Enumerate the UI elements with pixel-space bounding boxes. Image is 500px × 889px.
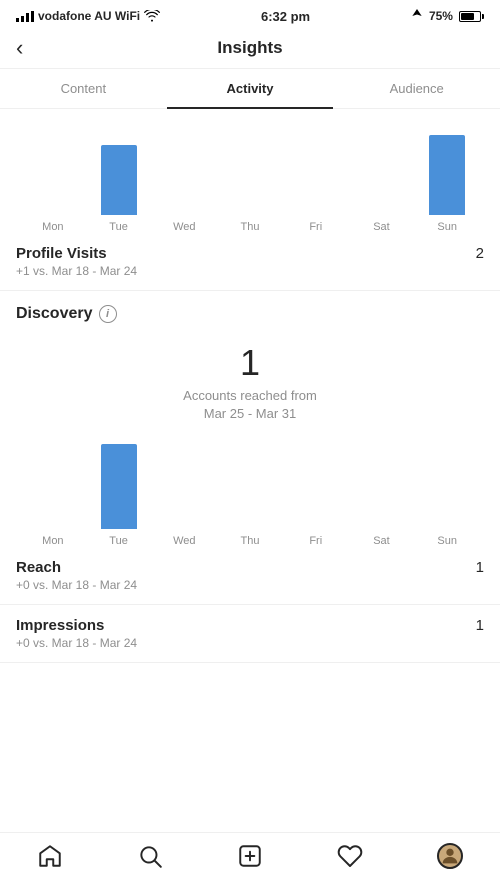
reach-label: Reach xyxy=(16,559,61,576)
disc-label-sun: Sun xyxy=(414,535,480,547)
label-sat: Sat xyxy=(349,221,415,233)
impressions-label: Impressions xyxy=(16,617,104,634)
bottom-nav xyxy=(0,832,500,889)
bar-col-tue xyxy=(86,145,152,215)
top-chart-section: Mon Tue Wed Thu Fri Sat Sun xyxy=(0,109,500,233)
page-header: ‹ Insights xyxy=(0,28,500,69)
discovery-chart-section: Mon Tue Wed Thu Fri Sat Sun xyxy=(16,439,484,547)
page-title: Insights xyxy=(217,38,282,58)
discovery-chart-labels: Mon Tue Wed Thu Fri Sat Sun xyxy=(16,529,484,547)
battery-label: 75% xyxy=(429,9,453,23)
disc-label-wed: Wed xyxy=(151,535,217,547)
back-button[interactable]: ‹ xyxy=(16,35,23,61)
top-bar-chart xyxy=(16,125,484,215)
tab-bar: Content Activity Audience xyxy=(0,69,500,109)
label-wed: Wed xyxy=(151,221,217,233)
reach-value: 1 xyxy=(476,559,484,576)
bar-tue xyxy=(101,145,137,215)
impressions-value: 1 xyxy=(476,617,484,634)
disc-label-mon: Mon xyxy=(20,535,86,547)
accounts-number: 1 xyxy=(16,343,484,383)
disc-label-sat: Sat xyxy=(349,535,415,547)
signal-icon xyxy=(16,11,34,22)
nav-heart[interactable] xyxy=(337,843,363,869)
reach-row: Reach 1 xyxy=(16,559,484,576)
profile-visits-label: Profile Visits xyxy=(16,245,107,262)
profile-visits-value: 2 xyxy=(476,245,484,262)
status-bar: vodafone AU WiFi 6:32 pm 75% xyxy=(0,0,500,28)
tab-audience[interactable]: Audience xyxy=(333,69,500,108)
label-thu: Thu xyxy=(217,221,283,233)
status-time: 6:32 pm xyxy=(261,9,310,24)
label-sun: Sun xyxy=(414,221,480,233)
impressions-comparison: +0 vs. Mar 18 - Mar 24 xyxy=(16,636,484,650)
discovery-header: Discovery i xyxy=(16,305,484,323)
profile-visits-row: Profile Visits 2 xyxy=(16,245,484,262)
disc-label-thu: Thu xyxy=(217,535,283,547)
reach-comparison: +0 vs. Mar 18 - Mar 24 xyxy=(16,578,484,592)
bar-col-sun xyxy=(414,135,480,215)
nav-add[interactable] xyxy=(237,843,263,869)
tab-activity[interactable]: Activity xyxy=(167,69,334,108)
accounts-reached-block: 1 Accounts reached fromMar 25 - Mar 31 xyxy=(16,335,484,439)
discovery-bar-chart xyxy=(16,439,484,529)
bar-sun xyxy=(429,135,465,215)
profile-visits-section: Profile Visits 2 +1 vs. Mar 18 - Mar 24 xyxy=(0,233,500,291)
label-mon: Mon xyxy=(20,221,86,233)
nav-profile[interactable] xyxy=(437,843,463,869)
nav-search[interactable] xyxy=(137,843,163,869)
disc-bar-tue xyxy=(101,444,137,529)
tab-content[interactable]: Content xyxy=(0,69,167,108)
disc-bar-col-tue xyxy=(86,444,152,529)
location-icon xyxy=(411,9,423,23)
disc-label-fri: Fri xyxy=(283,535,349,547)
reach-section: Reach 1 +0 vs. Mar 18 - Mar 24 xyxy=(0,547,500,605)
status-left: vodafone AU WiFi xyxy=(16,9,160,23)
impressions-section: Impressions 1 +0 vs. Mar 18 - Mar 24 xyxy=(0,605,500,663)
wifi-icon xyxy=(144,10,160,22)
status-right: 75% xyxy=(411,9,484,23)
impressions-row: Impressions 1 xyxy=(16,617,484,634)
battery-icon xyxy=(459,11,484,22)
accounts-label: Accounts reached fromMar 25 - Mar 31 xyxy=(16,387,484,423)
nav-home[interactable] xyxy=(37,843,63,869)
profile-visits-comparison: +1 vs. Mar 18 - Mar 24 xyxy=(16,264,484,278)
info-icon[interactable]: i xyxy=(99,305,117,323)
disc-label-tue: Tue xyxy=(86,535,152,547)
discovery-section: Discovery i 1 Accounts reached fromMar 2… xyxy=(0,291,500,663)
carrier-label: vodafone AU WiFi xyxy=(38,9,140,23)
discovery-label: Discovery xyxy=(16,305,93,323)
avatar-icon xyxy=(437,843,463,869)
main-content: Mon Tue Wed Thu Fri Sat Sun Profile Visi… xyxy=(0,109,500,743)
label-fri: Fri xyxy=(283,221,349,233)
top-chart-labels: Mon Tue Wed Thu Fri Sat Sun xyxy=(16,215,484,233)
label-tue: Tue xyxy=(86,221,152,233)
